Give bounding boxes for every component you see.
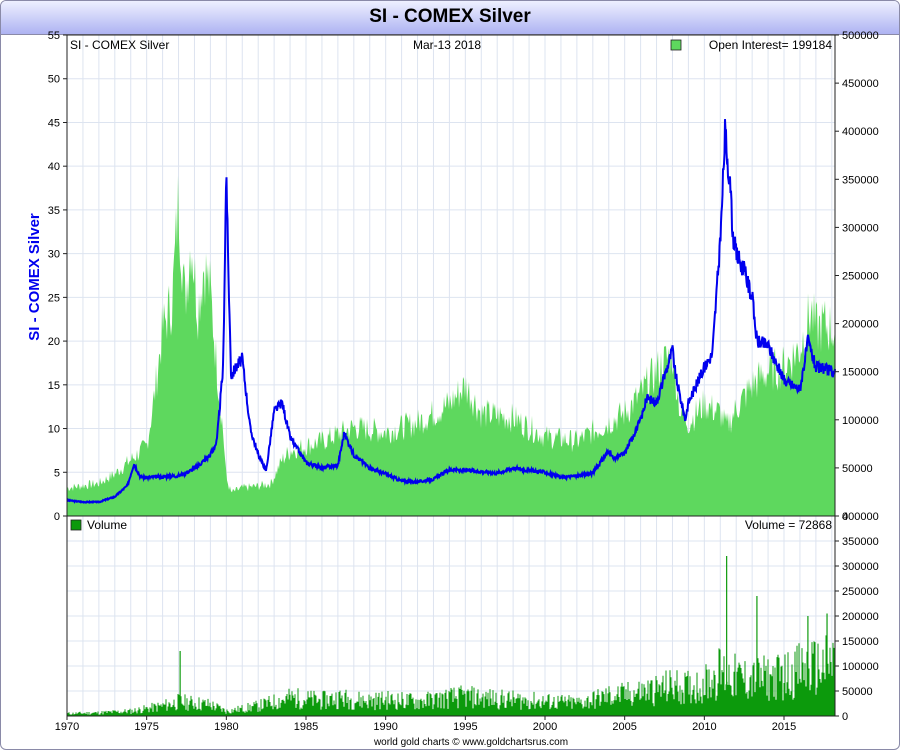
price-right-tick-label: 350000	[842, 174, 879, 186]
x-tick-label: 2005	[612, 721, 636, 733]
price-right-axis: 0500001000001500002000002500003000003500…	[835, 30, 879, 523]
price-left-tick-label: 5	[54, 467, 60, 479]
volume-right-tick-label: 50000	[842, 686, 873, 698]
volume-right-tick-label: 300000	[842, 561, 879, 573]
price-right-tick-label: 400000	[842, 126, 879, 138]
price-left-tick-label: 10	[48, 424, 60, 436]
price-left-tick-label: 40	[48, 161, 60, 173]
chart-frame: SI - COMEX Silver 0 5 10 15 20 25 30 35 40 45 50 55…	[0, 0, 900, 750]
price-left-tick-label: 25	[48, 292, 60, 304]
x-tick-label: 2015	[772, 721, 796, 733]
price-right-tick-label: 250000	[842, 271, 879, 283]
x-tick-label: 2000	[533, 721, 557, 733]
x-tick-label: 2010	[692, 721, 716, 733]
price-right-tick-label: 300000	[842, 222, 879, 234]
price-right-tick-label: 450000	[842, 78, 879, 90]
volume-right-tick-label: 100000	[842, 661, 879, 673]
volume-right-tick-label: 250000	[842, 586, 879, 598]
x-tick-label: 1990	[373, 721, 397, 733]
price-left-tick-label: 30	[48, 249, 60, 261]
price-left-axis: 0 5 10 15 20 25 30 35 40 45 50 55	[48, 30, 67, 523]
x-tick-label: 1995	[453, 721, 477, 733]
price-left-tick-label: 20	[48, 336, 60, 348]
chart-canvas: 0 5 10 15 20 25 30 35 40 45 50 55 0 50000 100000 15000…	[26, 30, 879, 748]
price-left-tick-label: 45	[48, 117, 60, 129]
volume-right-tick-label: 200000	[842, 611, 879, 623]
volume-right-tick-label: 400000	[842, 511, 879, 523]
x-tick-label: 1975	[134, 721, 158, 733]
price-axis-title: SI - COMEX Silver	[26, 213, 43, 341]
x-axis: 1970 1975 1980 1985 1990 1995 2000 2005 2010 2015	[55, 716, 796, 733]
price-right-tick-label: 50000	[842, 463, 873, 475]
open-interest-legend-swatch	[670, 39, 682, 51]
volume-last-label: Volume = 72868	[745, 518, 832, 532]
price-left-tick-label: 15	[48, 380, 60, 392]
x-tick-label: 1980	[214, 721, 238, 733]
price-left-tick-label: 55	[48, 30, 60, 42]
volume-right-tick-label: 150000	[842, 636, 879, 648]
price-left-tick-label: 35	[48, 205, 60, 217]
footer-credit: world gold charts © www.goldchartsrus.co…	[373, 737, 568, 748]
price-left-tick-label: 50	[48, 74, 60, 86]
price-right-tick-label: 150000	[842, 367, 879, 379]
price-right-tick-label: 200000	[842, 319, 879, 331]
volume-right-tick-label: 350000	[842, 536, 879, 548]
price-header-label: SI - COMEX Silver	[70, 38, 169, 52]
price-header-date: Mar-13 2018	[413, 38, 481, 52]
volume-right-axis: 0 50000 100000 150000 200000 250000 300000 3500…	[835, 511, 879, 723]
volume-legend: Volume	[87, 518, 127, 532]
volume-right-tick-label: 0	[842, 711, 848, 723]
x-tick-label: 1970	[55, 721, 79, 733]
price-left-tick-label: 0	[54, 511, 60, 523]
x-tick-label: 1985	[294, 721, 318, 733]
price-right-tick-label: 100000	[842, 415, 879, 427]
volume-legend-swatch	[70, 519, 82, 531]
price-right-tick-label: 500000	[842, 30, 879, 42]
open-interest-legend: Open Interest= 199184	[709, 38, 832, 52]
